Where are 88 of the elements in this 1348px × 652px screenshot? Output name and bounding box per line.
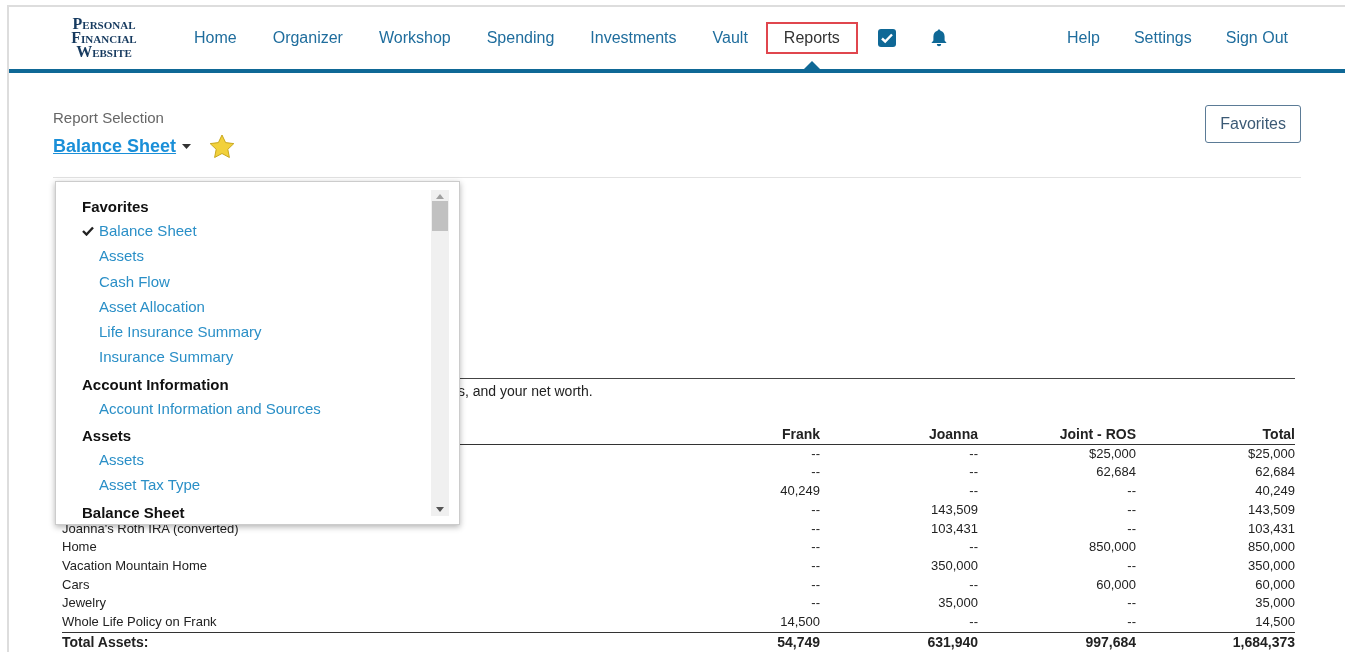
nav-link[interactable]: Workshop xyxy=(360,22,469,54)
table-cell-text: 143,509 xyxy=(930,500,978,519)
table-cell-text: -- xyxy=(810,463,820,482)
table-cell-text: -- xyxy=(1126,556,1136,575)
table-cell-text: 850,000 xyxy=(1247,538,1295,557)
table-cell-text: -- xyxy=(1126,613,1136,632)
table-cell-text: -- xyxy=(810,538,820,557)
scrollbar[interactable] xyxy=(431,190,449,516)
table-cell-text: -- xyxy=(968,575,978,594)
menu-item[interactable]: Cash Flow xyxy=(82,268,431,294)
table-cell-text: -- xyxy=(1126,519,1136,538)
table-cell-text: 143,509 xyxy=(1247,500,1295,519)
menu-item[interactable]: Asset Tax Type xyxy=(82,472,431,498)
report-dropdown-link[interactable]: Balance Sheet xyxy=(53,136,177,157)
table-cell-text: 60,000 xyxy=(1254,575,1295,594)
table-cell-text: 997,684 xyxy=(1084,632,1136,652)
row-label: Cars xyxy=(62,575,91,594)
checkbox-icon[interactable] xyxy=(877,29,896,47)
nav-link[interactable]: Reports xyxy=(765,22,858,54)
table-cell-text: -- xyxy=(810,556,820,575)
nav-link[interactable]: Help xyxy=(1050,22,1117,54)
table-cell-text: 350,000 xyxy=(1247,556,1295,575)
table-cell-text: 35,000 xyxy=(1254,594,1295,613)
row-label: Vacation Mountain Home xyxy=(62,556,208,575)
row-label: Home xyxy=(62,538,98,557)
caret-icon[interactable] xyxy=(182,144,192,149)
nav-link[interactable]: Settings xyxy=(1116,22,1209,54)
menu-item[interactable]: Life Insurance Summary xyxy=(82,319,431,345)
table-cell-text: -- xyxy=(810,594,820,613)
table-cell-text: $25,000 xyxy=(1088,444,1136,463)
site-logo[interactable]: Personal Financial Website xyxy=(62,17,146,59)
pointer-icon xyxy=(803,61,820,69)
table-cell-text: -- xyxy=(968,444,978,463)
table-cell-text: -- xyxy=(1126,500,1136,519)
nav-link[interactable]: Sign Out xyxy=(1208,22,1305,54)
star-icon[interactable] xyxy=(209,134,236,159)
nav-link[interactable]: Organizer xyxy=(254,22,361,54)
table-cell-text: -- xyxy=(1126,482,1136,501)
table-cell-text: 54,749 xyxy=(776,632,820,652)
table-cell-text: 35,000 xyxy=(937,594,978,613)
nav-link[interactable]: Investments xyxy=(572,22,695,54)
menu-item[interactable]: Assets xyxy=(82,447,431,473)
table-cell-text: -- xyxy=(1126,594,1136,613)
table-cell-text: 850,000 xyxy=(1088,538,1136,557)
menu-item[interactable]: Asset Allocation xyxy=(82,293,431,320)
row-label: Jewelry xyxy=(62,594,108,613)
column-header: Total xyxy=(1261,425,1295,444)
table-cell-text: 103,431 xyxy=(930,519,978,538)
table-cell-text: 40,249 xyxy=(779,482,820,501)
nav-link[interactable]: Home xyxy=(176,22,255,54)
down-arrow-icon[interactable] xyxy=(436,507,444,512)
column-header: Frank xyxy=(780,425,820,444)
nav-link[interactable]: Spending xyxy=(468,22,573,54)
table-cell-text: -- xyxy=(810,575,820,594)
group-heading: Account Information xyxy=(82,374,230,395)
table-cell-text: -- xyxy=(968,482,978,501)
table-cell-text: -- xyxy=(968,538,978,557)
nav-link[interactable]: Vault xyxy=(694,22,766,54)
table-cell-text: 14,500 xyxy=(1254,613,1295,632)
table-cell-text: 62,684 xyxy=(1254,463,1295,482)
table-cell-text: 631,940 xyxy=(926,632,978,652)
field-label: Report Selection xyxy=(53,109,165,126)
table-cell-text: 40,249 xyxy=(1254,482,1295,501)
group-heading: Favorites xyxy=(82,197,150,217)
row-label: Total Assets: xyxy=(62,632,150,652)
table-cell-text: -- xyxy=(968,463,978,482)
table-cell-text: 62,684 xyxy=(1095,463,1136,482)
table-cell-text: -- xyxy=(810,500,820,519)
table-cell-text: 60,000 xyxy=(1095,575,1136,594)
menu-item[interactable]: Insurance Summary xyxy=(82,344,431,370)
column-header: Joanna xyxy=(928,425,978,444)
table-cell-text: -- xyxy=(810,519,820,538)
menu-item[interactable]: Account Information and Sources xyxy=(82,395,431,422)
row-label: Whole Life Policy on Frank xyxy=(62,613,218,632)
column-header: Joint - ROS xyxy=(1058,425,1136,444)
table-cell-text: 1,684,373 xyxy=(1231,632,1295,652)
table-cell-text: 103,431 xyxy=(1247,519,1295,538)
favorites-button[interactable]: Favorites xyxy=(1205,105,1301,143)
menu-item[interactable]: Balance Sheet xyxy=(82,218,431,244)
menu-item[interactable]: Assets xyxy=(82,243,431,269)
group-heading: Assets xyxy=(82,426,133,447)
scrollbar-thumb[interactable] xyxy=(432,201,448,231)
table-cell-text: 350,000 xyxy=(930,556,978,575)
group-heading: Balance Sheet xyxy=(82,502,186,523)
table-cell-text: 14,500 xyxy=(779,613,820,632)
table-cell-text: $25,000 xyxy=(1247,444,1295,463)
table-cell-text: -- xyxy=(968,613,978,632)
table-cell-text: -- xyxy=(810,444,820,463)
